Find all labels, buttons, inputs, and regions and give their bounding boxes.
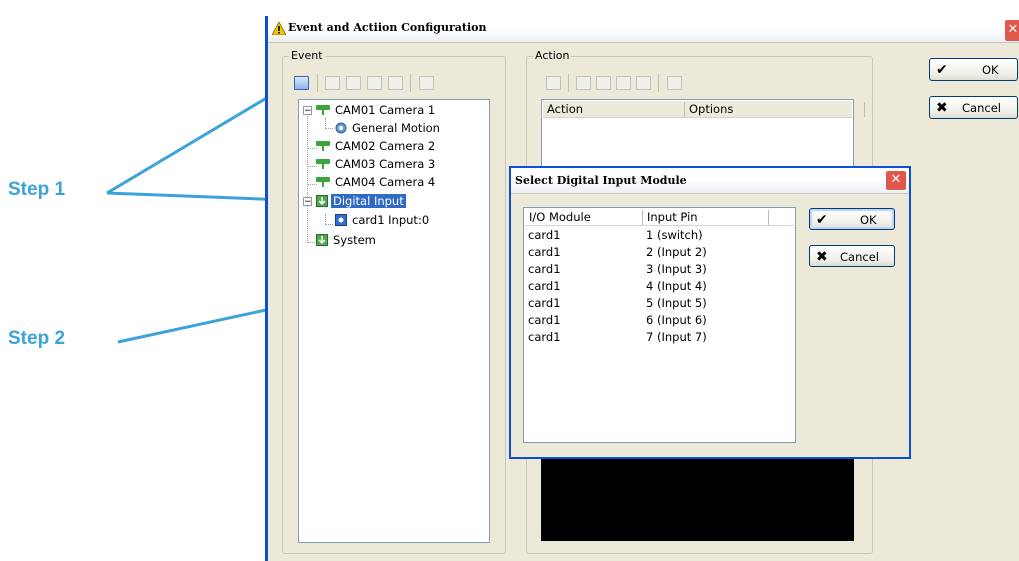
dialog-close-button[interactable]: ✕ [885, 170, 907, 191]
io-module-cell: card1 [528, 296, 561, 310]
new-action-icon[interactable] [546, 76, 561, 90]
new-event-icon[interactable] [294, 76, 309, 90]
tree-label: CAM02 Camera 2 [335, 139, 436, 153]
tree-label: card1 Input:0 [352, 213, 430, 227]
io-module-cell: card1 [528, 228, 561, 242]
dialog-ok-label: OK [860, 213, 877, 227]
tree-guide [307, 108, 308, 243]
dialog-ok-button[interactable]: ✔ OK [809, 208, 895, 230]
cancel-label: Cancel [962, 101, 1001, 115]
paste-event-icon[interactable] [367, 76, 382, 90]
x-icon: ✖ [816, 249, 828, 265]
camera-icon [316, 105, 330, 115]
delete-event-icon[interactable] [325, 76, 340, 90]
tree-guide [325, 118, 326, 128]
input-pin-cell: 6 (Input 6) [646, 313, 707, 327]
tree-item-cam04[interactable]: CAM04 Camera 4 [316, 175, 437, 190]
input-pin-cell: 3 (Input 3) [646, 262, 707, 276]
tree-item-card1-input[interactable]: card1 Input:0 [335, 213, 431, 228]
select-digital-input-dialog: Select Digital Input Module ✕ I/O Module… [509, 166, 911, 459]
input-pin-cell: 7 (Input 7) [646, 330, 707, 344]
io-module-cell: card1 [528, 245, 561, 259]
tree-item-digital-input[interactable]: Digital Input [316, 194, 406, 209]
column-header-io-module[interactable]: I/O Module [525, 210, 643, 225]
input-pin-icon [335, 214, 347, 226]
event-group-title: Event [289, 49, 325, 62]
event-properties-icon[interactable] [419, 76, 434, 90]
system-icon [316, 234, 328, 246]
edit-event-icon[interactable] [388, 76, 403, 90]
action-group-title: Action [533, 49, 572, 62]
toolbar-separator [568, 74, 569, 92]
camera-icon [316, 159, 330, 169]
check-icon: ✔ [816, 212, 828, 228]
toolbar-separator [410, 74, 411, 92]
tree-guide [325, 214, 326, 224]
tree-label: CAM04 Camera 4 [335, 175, 436, 189]
tree-label: CAM03 Camera 3 [335, 157, 436, 171]
tree-label: Digital Input [331, 194, 406, 208]
tree-item-cam03[interactable]: CAM03 Camera 3 [316, 157, 437, 172]
dialog-cancel-label: Cancel [840, 250, 879, 264]
tree-item-cam01[interactable]: CAM01 Camera 1 [316, 103, 437, 118]
io-module-cell: card1 [528, 313, 561, 327]
collapse-toggle[interactable]: − [303, 106, 312, 116]
ok-button[interactable]: ✔ OK [929, 58, 1018, 81]
camera-icon [316, 141, 330, 151]
dialog-cancel-button[interactable]: ✖ Cancel [809, 245, 895, 267]
input-pin-cell: 2 (Input 2) [646, 245, 707, 259]
list-header: I/O Module Input Pin [525, 209, 794, 226]
tree-guide [325, 224, 333, 225]
check-icon: ✔ [936, 62, 948, 78]
tree-label: System [333, 233, 376, 247]
tree-item-system[interactable]: System [316, 233, 378, 248]
column-header-input-pin[interactable]: Input Pin [643, 210, 769, 225]
tree-label: General Motion [352, 121, 440, 135]
paste-action-icon[interactable] [616, 76, 631, 90]
io-module-cell: card1 [528, 330, 561, 344]
toolbar-separator [317, 74, 318, 92]
x-icon: ✖ [936, 100, 948, 116]
input-pin-cell: 5 (Input 5) [646, 296, 707, 310]
column-header-options[interactable]: Options [685, 102, 865, 117]
action-properties-icon[interactable] [667, 76, 682, 90]
digital-input-icon [316, 195, 328, 207]
input-pin-cell: 4 (Input 4) [646, 279, 707, 293]
step2-label: Step 2 [8, 328, 66, 349]
copy-event-icon[interactable] [346, 76, 361, 90]
action-list-header: Action Options [543, 101, 865, 118]
window-titlebar: Event and Actiion Configuration ✕ [268, 16, 1019, 43]
input-module-list[interactable]: I/O Module Input Pin card1 1 (switch) card… [523, 207, 796, 443]
camera-icon [316, 177, 330, 187]
ok-label: OK [982, 63, 999, 77]
tree-item-general-motion[interactable]: General Motion [335, 121, 442, 136]
cancel-button[interactable]: ✖ Cancel [929, 96, 1018, 119]
step1-label: Step 1 [8, 179, 66, 200]
edit-action-icon[interactable] [636, 76, 651, 90]
dialog-title: Select Digital Input Module [515, 174, 687, 187]
io-module-cell: card1 [528, 262, 561, 276]
step1-pointer-line-a [106, 82, 291, 195]
window-close-button[interactable]: ✕ [1004, 19, 1019, 42]
motion-icon [335, 122, 347, 134]
toolbar-separator [658, 74, 659, 92]
input-pin-cell: 1 (switch) [646, 228, 703, 242]
tree-label: CAM01 Camera 1 [335, 103, 436, 117]
io-module-cell: card1 [528, 279, 561, 293]
copy-action-icon[interactable] [596, 76, 611, 90]
event-groupbox: Event − CAM01 Camera 1 General Motion CA… [282, 49, 506, 554]
tree-item-cam02[interactable]: CAM02 Camera 2 [316, 139, 437, 154]
dialog-titlebar: Select Digital Input Module ✕ [511, 168, 909, 194]
collapse-toggle[interactable]: − [303, 197, 312, 207]
column-header-action[interactable]: Action [543, 102, 685, 117]
tree-guide [325, 128, 333, 129]
delete-action-icon[interactable] [576, 76, 591, 90]
event-tree[interactable]: − CAM01 Camera 1 General Motion CAM02 Ca… [298, 99, 490, 543]
preview-area [541, 458, 854, 541]
warning-icon [272, 22, 286, 35]
window-title: Event and Actiion Configuration [288, 21, 487, 34]
